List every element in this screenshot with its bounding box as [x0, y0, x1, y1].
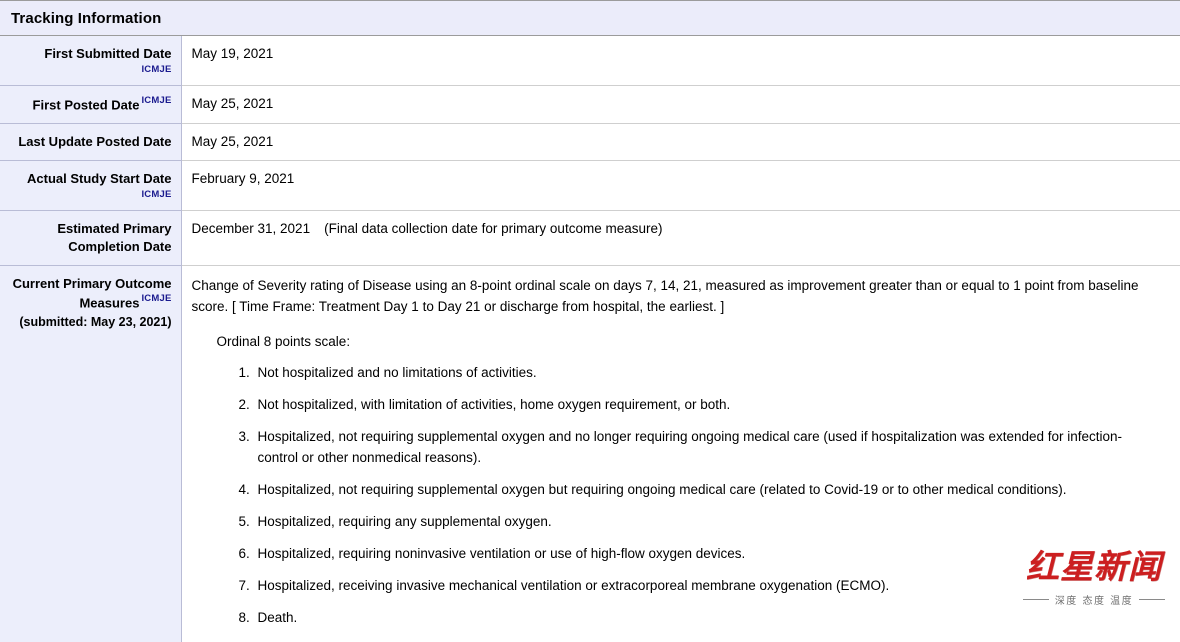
label-text: Last Update Posted Date — [18, 134, 172, 150]
list-item: Hospitalized, requiring noninvasive vent… — [254, 543, 1171, 564]
list-item: Hospitalized, not requiring supplemental… — [254, 479, 1171, 500]
row-label-first-submitted-date: First Submitted Date ICMJE — [0, 36, 182, 86]
value-text: May 19, 2021 — [191, 46, 274, 61]
row-value-first-posted-date: May 25, 2021 — [181, 85, 1180, 125]
row-value-current-primary-outcome-measures: Change of Severity rating of Disease usi… — [181, 265, 1180, 642]
table-row: Actual Study Start Date ICMJE February 9… — [0, 160, 1180, 212]
row-label-last-update-posted-date: Last Update Posted Date — [0, 123, 182, 162]
row-label-current-primary-outcome-measures: Current Primary Outcome Measures ICMJE (s… — [0, 265, 182, 642]
row-value-estimated-primary-completion-date: December 31, 2021 (Final data collection … — [181, 210, 1180, 267]
label-text: Estimated Primary Completion Date — [57, 221, 172, 255]
ordinal-scale-heading: Ordinal 8 points scale: — [216, 334, 351, 350]
page-title: Tracking Information — [11, 9, 162, 27]
value-note: (Final data collection date for primary … — [324, 221, 663, 237]
table-row: First Submitted Date ICMJE May 19, 2021 — [0, 36, 1180, 86]
tracking-information-page: Tracking Information First Submitted Dat… — [0, 0, 1180, 642]
icmje-link[interactable]: ICMJE — [141, 293, 171, 304]
label-text: First Submitted Date — [44, 46, 172, 61]
icmje-link[interactable]: ICMJE — [6, 189, 172, 201]
row-value-last-update-posted-date: May 25, 2021 — [181, 123, 1180, 162]
list-item: Hospitalized, not requiring supplemental… — [254, 426, 1171, 468]
icmje-link[interactable]: ICMJE — [141, 95, 171, 106]
value-text: December 31, 2021 — [191, 221, 311, 237]
table-row: First Posted Date ICMJE May 25, 2021 — [0, 85, 1180, 125]
outcome-intro-text: Change of Severity rating of Disease usi… — [191, 278, 1139, 315]
row-label-first-posted-date: First Posted Date ICMJE — [0, 85, 182, 125]
list-item: Death. — [254, 607, 1171, 628]
label-text: Actual Study Start Date — [27, 171, 172, 187]
table-body: First Submitted Date ICMJE May 19, 2021 … — [0, 36, 1180, 642]
row-label-actual-study-start-date: Actual Study Start Date ICMJE — [0, 160, 182, 212]
table-row: Last Update Posted Date May 25, 2021 — [0, 123, 1180, 162]
value-text: May 25, 2021 — [191, 96, 274, 111]
list-item: Not hospitalized and no limitations of a… — [254, 362, 1171, 383]
list-item: Not hospitalized, with limitation of act… — [254, 394, 1171, 415]
section-header: Tracking Information — [0, 0, 1180, 36]
list-item: Hospitalized, requiring any supplemental… — [254, 511, 1171, 532]
value-text: May 25, 2021 — [191, 134, 274, 150]
ordinal-scale-list: Not hospitalized and no limitations of a… — [192, 362, 1171, 628]
submitted-date-note: (submitted: May 23, 2021) — [19, 314, 172, 329]
row-label-estimated-primary-completion-date: Estimated Primary Completion Date — [0, 210, 182, 267]
tracking-information-table: First Submitted Date ICMJE May 19, 2021 … — [0, 36, 1180, 642]
row-value-actual-study-start-date: February 9, 2021 — [181, 160, 1180, 212]
icmje-link[interactable]: ICMJE — [6, 64, 172, 76]
list-item: Hospitalized, receiving invasive mechani… — [254, 575, 1171, 596]
table-row: Current Primary Outcome Measures ICMJE (s… — [0, 265, 1180, 642]
value-text: February 9, 2021 — [191, 171, 295, 187]
table-row: Estimated Primary Completion Date Decemb… — [0, 210, 1180, 267]
row-value-first-submitted-date: May 19, 2021 — [181, 36, 1180, 86]
label-text: First Posted Date — [32, 97, 140, 113]
